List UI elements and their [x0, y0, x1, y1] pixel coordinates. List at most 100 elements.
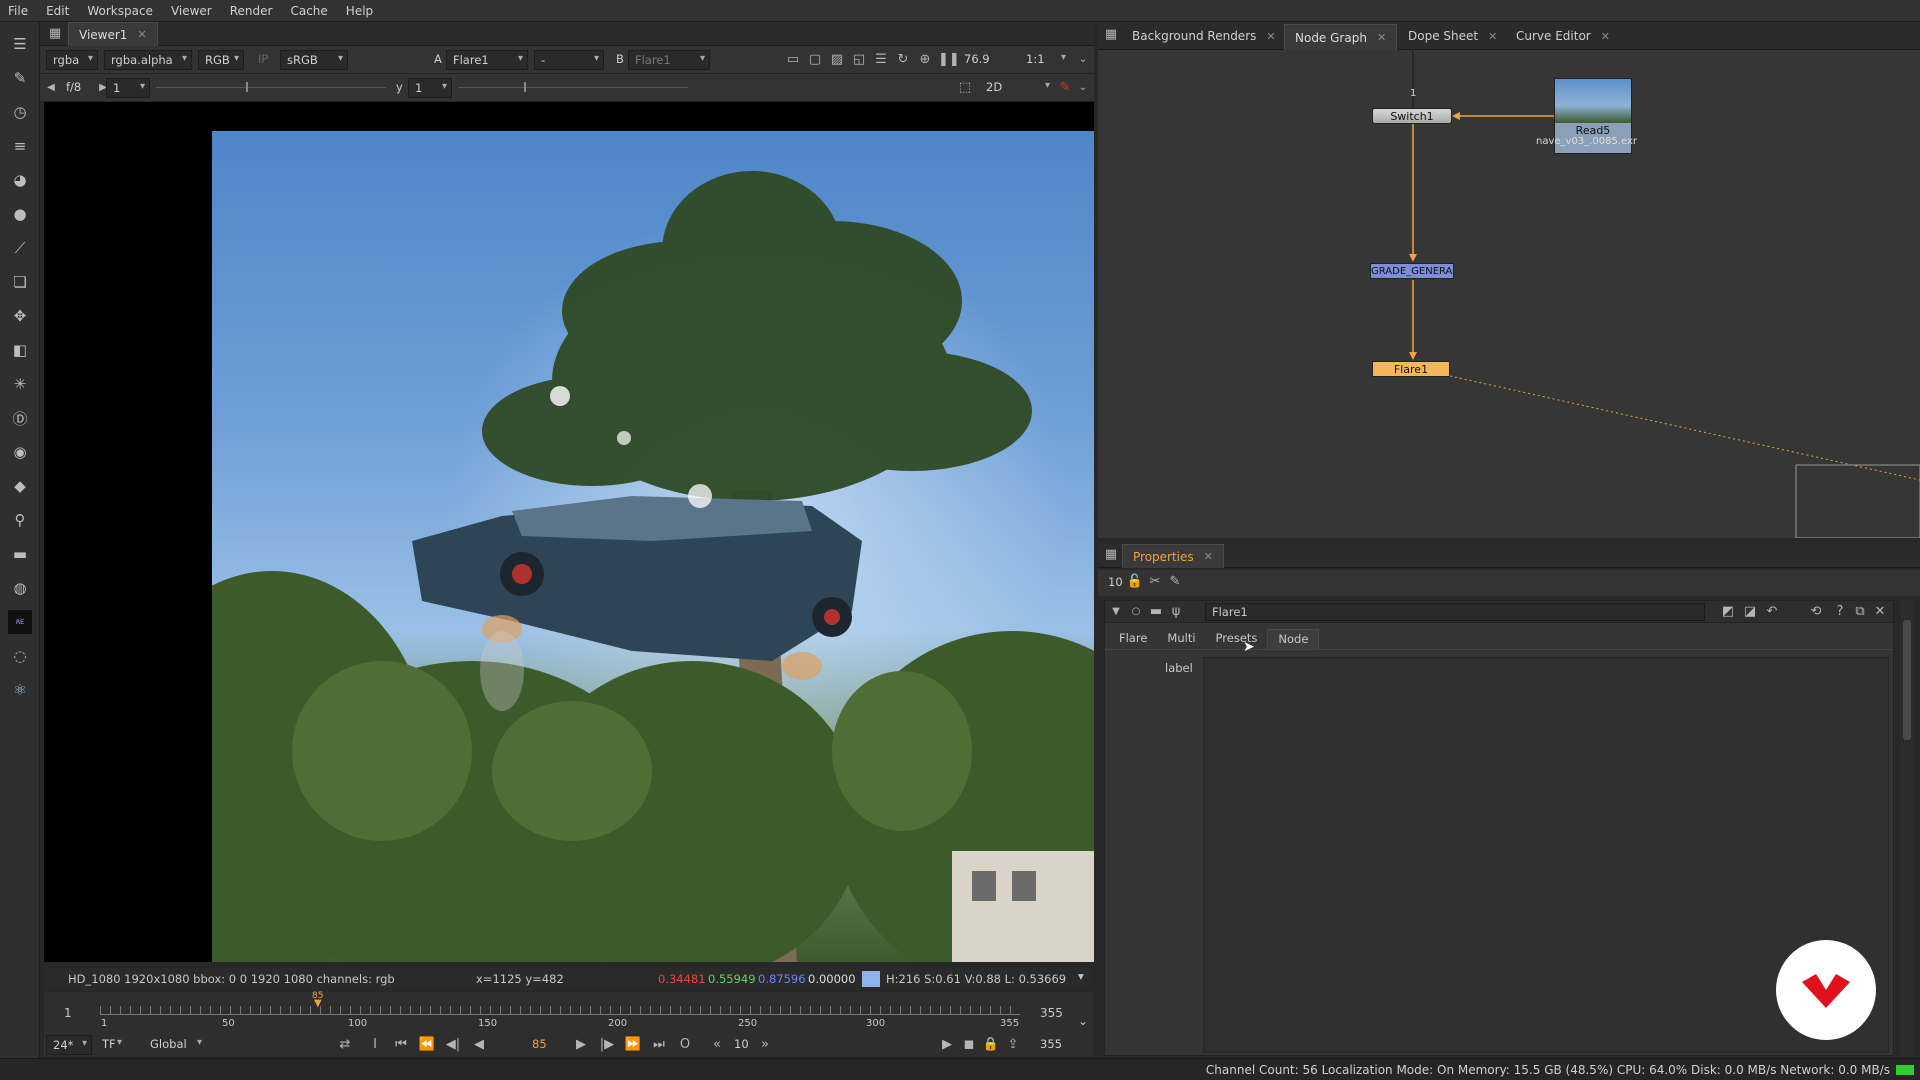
- gamma-field[interactable]: 1: [408, 78, 452, 98]
- edit2-icon[interactable]: ◪: [1741, 603, 1759, 621]
- tf-select[interactable]: TF: [96, 1035, 126, 1055]
- tab-curve-editor[interactable]: Curve Editor ✕: [1506, 24, 1620, 48]
- current-frame[interactable]: 85: [532, 1037, 547, 1051]
- step-back-icon[interactable]: ◀|: [444, 1036, 462, 1054]
- gain-field[interactable]: 1: [106, 78, 150, 98]
- chevron-down-icon[interactable]: ⌄: [1078, 1014, 1088, 1028]
- roi-icon[interactable]: ⬚: [956, 79, 974, 97]
- stripes-icon[interactable]: ▨: [828, 51, 846, 69]
- flare-node[interactable]: Flare1: [1372, 361, 1450, 377]
- export-icon[interactable]: ⇪: [1004, 1036, 1022, 1054]
- menu-help[interactable]: Help: [346, 4, 373, 18]
- skip-back-icon[interactable]: «: [708, 1036, 726, 1054]
- chevron-down-icon[interactable]: ⌄: [1074, 51, 1092, 69]
- menu-edit[interactable]: Edit: [46, 4, 69, 18]
- view-mode-select[interactable]: 2D: [980, 78, 1054, 98]
- tab-node-graph[interactable]: Node Graph ✕: [1284, 24, 1398, 50]
- gamma-slider-handle[interactable]: [524, 82, 526, 92]
- close-icon[interactable]: ✕: [1601, 30, 1610, 43]
- properties-scrollbar[interactable]: [1900, 600, 1914, 1056]
- tab-properties[interactable]: Properties ✕: [1122, 544, 1224, 568]
- pane-menu-icon[interactable]: ▦: [46, 25, 64, 43]
- scope-select[interactable]: Global: [144, 1035, 206, 1055]
- step-forward-icon[interactable]: |▶: [598, 1036, 616, 1054]
- key-icon[interactable]: ψ: [1167, 603, 1185, 621]
- ip-button[interactable]: IP: [258, 52, 268, 66]
- target-icon[interactable]: ⊕: [916, 51, 934, 69]
- pane-menu-icon[interactable]: ▦: [1102, 26, 1120, 44]
- input-b-select[interactable]: Flare1: [628, 50, 710, 70]
- play-back-icon[interactable]: ◀: [470, 1036, 488, 1054]
- gain-slider-handle[interactable]: [246, 82, 248, 92]
- pane-menu-icon[interactable]: ▦: [1102, 546, 1120, 564]
- eye-icon[interactable]: ◉: [8, 440, 32, 464]
- last-frame-icon[interactable]: ⏭: [650, 1036, 668, 1054]
- close-icon[interactable]: ✕: [1377, 31, 1386, 44]
- alpha-select[interactable]: rgba.alpha: [104, 50, 192, 70]
- chevron-down-icon[interactable]: ▾: [1078, 969, 1084, 983]
- tab-background-renders[interactable]: Background Renders ✕: [1122, 24, 1286, 48]
- close-icon[interactable]: ✕: [137, 28, 146, 41]
- out-point-icon[interactable]: O: [676, 1036, 694, 1054]
- color-wheel-icon[interactable]: ◕: [8, 168, 32, 192]
- cube-icon[interactable]: ◧: [8, 338, 32, 362]
- pause-icon[interactable]: ❚❚: [938, 51, 960, 69]
- tab-viewer1[interactable]: Viewer1 ✕: [68, 22, 158, 46]
- region-icon[interactable]: ▭: [784, 51, 802, 69]
- atom-icon[interactable]: ⚛: [8, 678, 32, 702]
- play-icon[interactable]: ▶: [572, 1036, 590, 1054]
- max-panels-field[interactable]: 10: [1108, 575, 1123, 589]
- pencil-icon[interactable]: ✎: [1166, 573, 1184, 591]
- color-icon[interactable]: ▬: [1147, 603, 1165, 621]
- step-value[interactable]: 10: [734, 1037, 749, 1051]
- d-icon[interactable]: Ⓓ: [8, 406, 32, 430]
- end-frame[interactable]: 355: [1040, 1037, 1062, 1051]
- skip-forward-icon[interactable]: »: [756, 1036, 774, 1054]
- menu-cache[interactable]: Cache: [290, 4, 327, 18]
- menu-workspace[interactable]: Workspace: [87, 4, 153, 18]
- revert-icon[interactable]: ⟲: [1807, 603, 1825, 621]
- next-key-icon[interactable]: ⏩: [624, 1036, 642, 1054]
- gain-slider[interactable]: [156, 87, 386, 88]
- close-icon[interactable]: ✕: [1871, 603, 1889, 621]
- circle-icon[interactable]: ●: [8, 202, 32, 226]
- key-icon[interactable]: ⚲: [8, 508, 32, 532]
- spiral-icon[interactable]: ◌: [8, 644, 32, 668]
- particles-icon[interactable]: ✳: [8, 372, 32, 396]
- curve-icon[interactable]: ⟋: [8, 236, 32, 260]
- lut-select[interactable]: sRGB: [280, 50, 348, 70]
- flipbook-icon[interactable]: ▶: [938, 1036, 956, 1054]
- layers-stack-icon[interactable]: ☰: [8, 32, 32, 56]
- close-icon[interactable]: ✕: [1488, 30, 1497, 43]
- grade-node[interactable]: GRADE_GENERAL: [1370, 263, 1454, 279]
- paint-brush-icon[interactable]: ✎: [1056, 79, 1074, 97]
- collapse-icon[interactable]: ▼: [1107, 603, 1125, 621]
- wipe-select[interactable]: -: [534, 50, 604, 70]
- frame-icon[interactable]: ▢: [806, 51, 824, 69]
- menu-render[interactable]: Render: [230, 4, 273, 18]
- input-a-select[interactable]: Flare1: [446, 50, 528, 70]
- record-icon[interactable]: ◼: [960, 1036, 978, 1054]
- lock-icon[interactable]: 🔒: [982, 1036, 1000, 1054]
- chevron-down-icon[interactable]: ⌄: [1074, 79, 1092, 97]
- refresh-icon[interactable]: ↻: [894, 51, 912, 69]
- revision-logo-icon[interactable]: RE: [8, 610, 32, 634]
- close-icon[interactable]: ✕: [1266, 30, 1275, 43]
- move-icon[interactable]: ✥: [8, 304, 32, 328]
- list-icon[interactable]: ☰: [872, 51, 890, 69]
- menu-lines-icon[interactable]: ≡: [8, 134, 32, 158]
- layers-icon[interactable]: ❏: [8, 270, 32, 294]
- fps-select[interactable]: 24*: [46, 1035, 92, 1055]
- edit-icon[interactable]: ◩: [1719, 603, 1737, 621]
- gamma-slider[interactable]: [458, 87, 688, 88]
- lock-icon[interactable]: 🔓: [1126, 573, 1144, 591]
- bypass-icon[interactable]: ○: [1127, 603, 1145, 621]
- loop-icon[interactable]: ⇄: [336, 1036, 354, 1054]
- node-name-field[interactable]: Flare1: [1205, 603, 1705, 621]
- zoom-level[interactable]: 76.9: [964, 52, 990, 66]
- clear-icon[interactable]: ✂: [1146, 573, 1164, 591]
- tab-node[interactable]: Node: [1267, 629, 1320, 649]
- first-frame-icon[interactable]: ⏮: [392, 1036, 410, 1054]
- globe-icon[interactable]: ◍: [8, 576, 32, 600]
- help-icon[interactable]: ?: [1831, 603, 1849, 621]
